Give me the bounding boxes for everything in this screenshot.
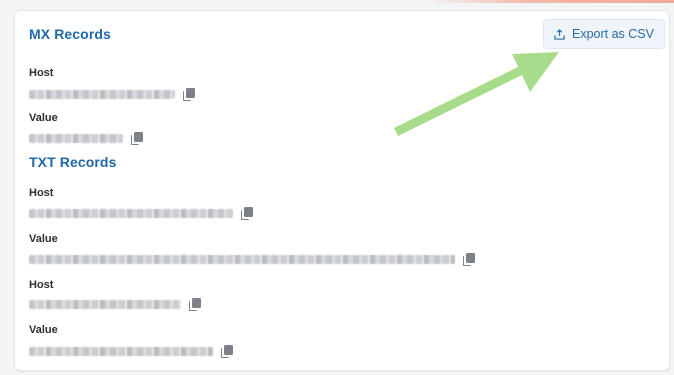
- redacted-text: [29, 208, 233, 218]
- export-icon: [554, 28, 565, 40]
- copy-icon[interactable]: [183, 87, 195, 101]
- txt-host-label: Host: [29, 187, 54, 199]
- txt-host-value: [29, 206, 253, 220]
- mx-records-title: MX Records: [29, 26, 111, 42]
- redacted-text: [29, 346, 213, 356]
- redacted-text: [29, 254, 455, 264]
- mx-host-label: Host: [29, 67, 54, 79]
- copy-icon[interactable]: [189, 297, 201, 311]
- page-margin: [0, 0, 14, 375]
- txt-host-2-label: Host: [29, 279, 54, 291]
- redacted-text: [29, 133, 123, 143]
- txt-value-2-value: [29, 344, 233, 358]
- copy-icon[interactable]: [241, 206, 253, 220]
- copy-icon[interactable]: [221, 344, 233, 358]
- mx-value-label: Value: [29, 112, 58, 124]
- txt-records-title: TXT Records: [29, 154, 117, 170]
- dns-records-card: MX Records Export as CSV Host Value TXT …: [14, 10, 670, 371]
- txt-host-2-value: [29, 297, 201, 311]
- mx-host-value: [29, 87, 195, 101]
- mx-value-value: [29, 131, 143, 145]
- redacted-text: [29, 299, 181, 309]
- redacted-text: [29, 89, 175, 99]
- txt-value-value: [29, 252, 475, 266]
- export-csv-label: Export as CSV: [572, 27, 654, 41]
- copy-icon[interactable]: [463, 252, 475, 266]
- txt-value-2-label: Value: [29, 324, 58, 336]
- export-csv-button[interactable]: Export as CSV: [543, 19, 665, 49]
- txt-value-label: Value: [29, 233, 58, 245]
- top-accent-bar: [430, 0, 674, 3]
- copy-icon[interactable]: [131, 131, 143, 145]
